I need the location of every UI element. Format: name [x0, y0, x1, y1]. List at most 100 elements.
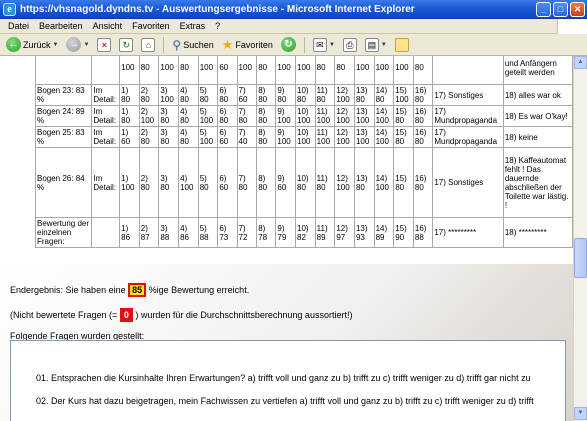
score-cell: 16) 80: [412, 126, 434, 148]
score-cell: 6) 73: [217, 217, 238, 248]
edit-button[interactable]: ▤ ▼: [363, 36, 389, 54]
end-result-value: 85: [128, 283, 147, 297]
menu-datei[interactable]: Datei: [3, 21, 34, 31]
comment-cell: 18) alles war ok: [502, 84, 573, 106]
back-arrow-icon: ←: [6, 37, 21, 52]
refresh-icon: ↻: [119, 37, 134, 52]
row-label: Bewertung der einzelnen Fragen:: [34, 217, 93, 248]
scroll-thumb[interactable]: [574, 238, 587, 278]
folder-icon: [394, 37, 409, 52]
score-cell: 11) 80: [314, 147, 336, 218]
favorites-button[interactable]: ★ Favoriten: [220, 36, 275, 54]
minimize-button[interactable]: _: [536, 2, 551, 17]
score-cell: 9) 80: [275, 84, 297, 106]
score-cell: 5) 100: [197, 105, 219, 127]
mail-button[interactable]: ✉ ▼: [311, 36, 337, 54]
question-item: 01. Entsprachen die Kursinhalte Ihren Er…: [36, 373, 531, 383]
table-row: 100 80 100 80 100 60 100 80 100 100 80 80 100 100 100 8…: [34, 56, 573, 85]
score-cell: 100: [295, 56, 316, 85]
score-cell: 12) 97: [334, 217, 355, 248]
home-button[interactable]: ⌂: [139, 36, 157, 54]
table-row: Bogen 23: 83 % Im Detail: 1) 80 2) 80 3) 100…: [34, 84, 573, 106]
score-cell: 60: [217, 56, 238, 85]
toolbar: ← Zurück ▼ → ▼ × ↻ ⌂ ⚲ Suchen ★ Favorite…: [0, 34, 587, 56]
score-cell: 80: [314, 56, 336, 85]
score-cell: 16) 80: [412, 147, 434, 218]
page-viewport[interactable]: 100 80 100 80 100 60 100 80 100 100 80 80 100 100 100 8…: [0, 56, 573, 421]
menu-ansicht[interactable]: Ansicht: [88, 21, 128, 31]
score-cell: 5) 88: [197, 217, 219, 248]
score-cell: 10) 100: [295, 105, 316, 127]
score-cell: 15) 100: [393, 84, 414, 106]
score-cell: 1) 100: [119, 147, 140, 218]
score-cell: 11) 80: [314, 84, 336, 106]
menu-favoriten[interactable]: Favoriten: [127, 21, 175, 31]
score-cell: 16) 88: [412, 217, 434, 248]
source-cell: 17) *********: [432, 217, 504, 248]
forward-button[interactable]: → ▼: [64, 36, 91, 54]
results-table: 100 80 100 80 100 60 100 80 100 100 80 80 100 100 100 8…: [34, 56, 573, 248]
row-label: Bogen 26: 84 %: [34, 147, 93, 218]
source-cell: 17) Mundpropaganda: [432, 126, 504, 148]
score-cell: 10) 80: [295, 84, 316, 106]
score-cell: 12) 100: [334, 147, 355, 218]
score-cell: 13) 80: [353, 147, 375, 218]
print-button[interactable]: ⎙: [341, 36, 359, 54]
search-button[interactable]: ⚲ Suchen: [170, 36, 215, 54]
toolbar-separator: [303, 36, 305, 53]
refresh-button[interactable]: ↻: [117, 36, 135, 54]
comment-cell: und Anfängern geteilt werden: [502, 56, 573, 85]
score-cell: 80: [256, 56, 277, 85]
score-cell: 7) 80: [236, 147, 258, 218]
maximize-button[interactable]: □: [553, 2, 568, 17]
window-title: https://vhsnagold.dyndns.tv - Auswertung…: [20, 4, 415, 15]
score-cell: 80: [138, 56, 160, 85]
score-cell: 6) 80: [217, 84, 238, 106]
document-icon: ▤: [364, 37, 379, 52]
score-cell: 1) 80: [119, 84, 140, 106]
score-cell: 3) 80: [158, 147, 180, 218]
unrated-note-line: (Nicht bewertete Fragen (= 0 ) wurden fü…: [10, 308, 352, 322]
menu-bar: Datei Bearbeiten Ansicht Favoriten Extra…: [0, 19, 587, 34]
menu-help[interactable]: ?: [210, 21, 225, 31]
score-cell: 80: [334, 56, 355, 85]
toolbar-separator: [163, 36, 165, 53]
scroll-up-button[interactable]: ▲: [574, 56, 587, 69]
score-cell: 80: [412, 56, 434, 85]
score-cell: 6) 60: [217, 147, 238, 218]
score-cell: 100: [373, 56, 395, 85]
score-cell: 15) 90: [393, 217, 414, 248]
menu-bearbeiten[interactable]: Bearbeiten: [34, 21, 88, 31]
favorites-label: Favoriten: [235, 39, 273, 50]
score-cell: 9) 79: [275, 217, 297, 248]
score-cell: 9) 100: [275, 126, 297, 148]
comment-cell: 18) Es war O'kay!: [502, 105, 573, 127]
internet-explorer-icon: e: [3, 3, 16, 16]
detail-label: Im Detail:: [91, 126, 121, 148]
home-icon: ⌂: [141, 37, 156, 52]
score-cell: 2) 80: [138, 147, 160, 218]
score-cell: 100: [158, 56, 180, 85]
score-cell: 10) 100: [295, 126, 316, 148]
stop-button[interactable]: ×: [95, 36, 113, 54]
folder-button[interactable]: [393, 36, 411, 54]
scroll-down-button[interactable]: ▼: [574, 407, 587, 420]
score-cell: 9) 100: [275, 105, 297, 127]
score-cell: 4) 100: [178, 147, 199, 218]
detail-label: Im Detail:: [91, 84, 121, 106]
score-cell: 11) 100: [314, 105, 336, 127]
search-icon: ⚲: [172, 37, 182, 52]
score-cell: 80: [178, 56, 199, 85]
score-cell: 8) 80: [256, 126, 277, 148]
vertical-scrollbar[interactable]: ▲ ▼: [573, 56, 587, 421]
score-cell: 2) 80: [138, 84, 160, 106]
detail-label: Im Detail:: [91, 147, 121, 218]
history-button[interactable]: ↻: [279, 36, 298, 54]
close-button[interactable]: ✕: [570, 2, 585, 17]
score-cell: 7) 72: [236, 217, 258, 248]
menu-extras[interactable]: Extras: [175, 21, 211, 31]
score-cell: 8) 80: [256, 147, 277, 218]
star-icon: ★: [221, 36, 234, 52]
back-button[interactable]: ← Zurück ▼: [4, 36, 60, 54]
row-label: Bogen 25: 83 %: [34, 126, 93, 148]
